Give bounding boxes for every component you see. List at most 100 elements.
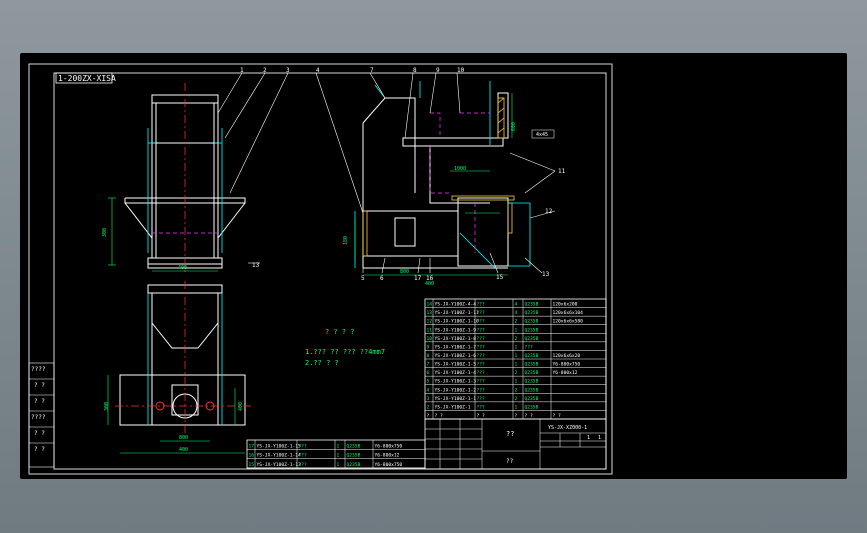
bom-cell-qty: 1 [515,327,518,333]
callout-17: 17 [414,275,422,282]
dim-side-right: 600 [511,122,517,131]
bom-cell-mat: Q235B [525,302,539,308]
bom-cell-qty: 2 [515,396,518,402]
bom-cell-qty: 2 [515,319,518,325]
bom-cell-name: ??? [477,336,486,342]
bom-cell-name: ??? [477,327,486,333]
bom-cell-no: 9 [427,344,430,350]
bom-cell-mat: Q235B [525,379,539,385]
drawing-number: YS-JX-XZ000-1 [548,425,587,431]
bom-cell-no: 8 [427,353,430,359]
callout-1: 1 [240,67,244,74]
bom-cell-no: 12 [427,319,433,325]
callout-2: 2 [263,67,267,74]
bom-cell-no: 17 [249,443,255,449]
bom-cell-mat: Q235B [525,353,539,359]
bom-cell-name: ??? [477,396,486,402]
bom-cell-mat: ??? [525,344,534,350]
bom-table: 14 YS-JX-Y100Z-4-4??? 4 Q235B 120x6x20013 YS-… [424,298,607,420]
drawing-viewport[interactable]: 1-200ZX-XISA ???? ? ? ? ? ???? ? ? ? ? 3… [20,53,847,479]
bom-cell-no: 11 [427,327,433,333]
callout-5: 5 [361,275,365,282]
bom-cell-qty: 1 [515,353,518,359]
part-title: ?? [506,430,514,438]
bom-cell-name: ??? [299,462,308,468]
bom-cell-name: ??? [477,387,486,393]
bom-cell-spec: Y6-800x12 [553,370,578,376]
bom-cell-no: ? [427,413,430,419]
dim-plan-left: 300 [104,402,110,411]
callout-14: 13 [252,262,260,269]
bom-cell-mat: Q235B [347,453,361,459]
bom-cell-spec: 120x6x200 [553,302,578,308]
callout-10: 10 [457,67,465,74]
bom-cell-no: 14 [427,302,433,308]
margin-label-6: ? ? [34,446,45,453]
bom-cell-code: YS-JX-Y100Z-1-14 [257,453,301,459]
bom-cell-code: YS-JX-Y100Z-1-5 [435,362,477,368]
bom-cell-qty: 1 [515,404,518,410]
scale-value: 1 [587,435,590,441]
margin-label-2: ? ? [34,382,45,389]
bom-cell-code: YS-JX-Y100Z-1-3 [435,379,477,385]
callout-15: 15 [496,274,504,281]
bom-cell-name: ? ? [477,413,486,419]
callout-3: 3 [286,67,290,74]
margin-label-5: ? ? [34,430,45,437]
bom-cell-mat: Q235B [525,310,539,316]
bom-cell-code: YS-JX-Y100Z-1-10 [435,319,479,325]
bom-cell-mat: Q235B [347,462,361,468]
bom-cell-name: ??? [477,353,486,359]
bom-cell-name: ??? [477,344,486,350]
bottom-bom-table: 17 YS-JX-Y100Z-1-15??? 1 Q235B Y6-800x75016 Y… [246,439,426,469]
company-name: ?? [506,458,514,465]
cad-drawing: 1-200ZX-XISA ???? ? ? ? ? ???? ? ? ? ? 3… [28,63,613,475]
bom-cell-mat: Q235B [525,404,539,410]
bom-cell-code: YS-JX-Y100Z-1-4 [435,370,477,376]
bom-cell-no: 10 [427,336,433,342]
bom-cell-mat: Q235B [347,443,361,449]
bom-cell-code: YS-JX-Y100Z-1 [435,404,471,410]
bom-cell-qty: 4 [515,302,518,308]
margin-label-1: ???? [31,366,46,373]
bom-cell-code: YS-JX-Y100Z-1-9 [435,327,477,333]
dim-front-height: 300 [102,228,108,237]
callout-4: 4 [316,67,320,74]
bom-cell-mat: Q235B [525,387,539,393]
bom-cell-code: YS-JX-Y100Z-1-2 [435,387,477,393]
bom-cell-spec: 120x6x6x580 [553,319,584,325]
bom-cell-qty: 2 [515,387,518,393]
bom-cell-no: 5 [427,379,430,385]
bom-cell-name: ??? [299,453,308,459]
bom-cell-mat: Q235B [525,327,539,333]
notes-line2: 2.?? ? ? [305,359,339,367]
dim-plan-right: 400 [238,402,244,411]
notes-line1: 1.??? ?? ??? ??4mm7 [305,348,385,356]
bom-cell-code: YS-JX-Y100Z-1-6 [435,353,477,359]
bom-cell-code: YS-JX-Y100Z-4-4 [435,302,477,308]
bom-cell-spec: Y6-800x12 [375,453,400,459]
bom-cell-qty: 2 [515,370,518,376]
dim-side-bottom: 800 [400,269,409,275]
bom-cell-qty: 4 [515,310,518,316]
dim-side-chamfer: 4x45 [536,132,548,138]
callout-7: 7 [370,67,374,74]
dim-side-left: 180 [343,236,349,245]
title-block: ?? YS-JX-XZ000-1 ?? 1 1 [424,418,607,470]
title-tag: 1-200ZX-XISA [58,74,116,83]
bom-cell-mat: Q235B [525,319,539,325]
callout-9: 9 [436,67,440,74]
bom-cell-qty: 1 [337,462,340,468]
bom-cell-code: YS-JX-Y100Z-1-11 [435,310,479,316]
bom-cell-qty: 1 [337,443,340,449]
bom-cell-name: ??? [477,370,486,376]
bom-cell-no: 15 [249,462,255,468]
bom-cell-spec: 120x6x6x20 [553,353,581,359]
bom-cell-qty: 2 [515,336,518,342]
dim-plan-inner: 800 [179,435,188,441]
margin-label-4: ???? [31,414,46,421]
bom-cell-no: 4 [427,387,430,393]
bom-cell-no: 16 [249,453,255,459]
bom-cell-name: ??? [477,302,486,308]
outer-frame [28,63,613,475]
